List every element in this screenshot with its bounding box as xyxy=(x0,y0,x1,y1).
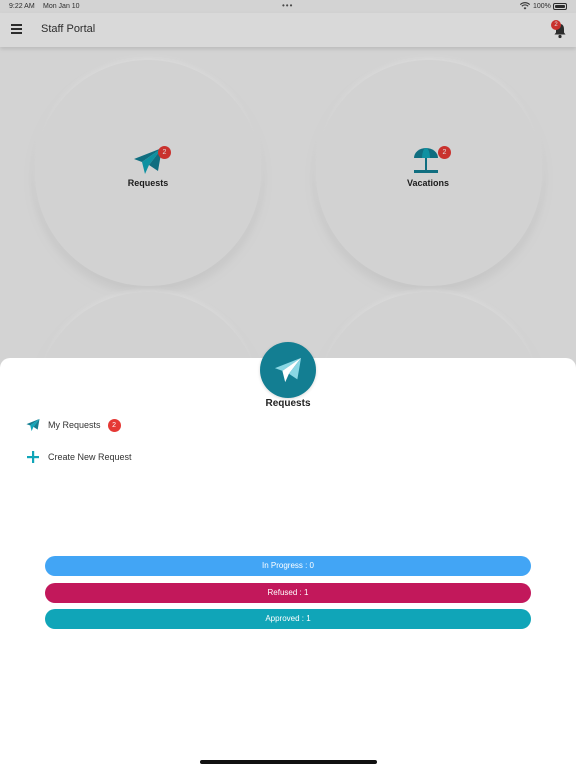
plus-icon xyxy=(27,451,39,463)
home-indicator[interactable] xyxy=(200,760,377,764)
requests-bottom-sheet: Requests My Requests 2 Create New Reques… xyxy=(0,342,576,768)
my-requests-count-badge: 2 xyxy=(107,418,121,432)
my-requests-label: My Requests xyxy=(48,420,101,430)
paper-plane-icon xyxy=(274,357,302,383)
in-progress-status-button[interactable]: In Progress : 0 xyxy=(45,556,531,576)
sheet-header-badge xyxy=(260,342,316,398)
sheet-title: Requests xyxy=(265,398,311,409)
create-new-request-label: Create New Request xyxy=(48,452,132,462)
approved-status-button[interactable]: Approved : 1 xyxy=(45,609,531,629)
paper-plane-icon xyxy=(26,418,40,432)
create-new-request-item[interactable]: Create New Request xyxy=(26,448,132,466)
refused-status-button[interactable]: Refused : 1 xyxy=(45,583,531,603)
my-requests-item[interactable]: My Requests 2 xyxy=(26,416,121,434)
